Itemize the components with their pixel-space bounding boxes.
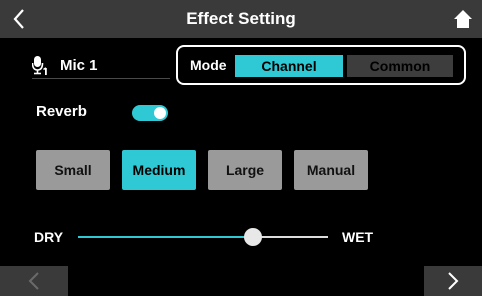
home-button[interactable]	[450, 6, 476, 32]
preset-medium-button[interactable]: Medium	[122, 150, 196, 190]
reverb-toggle[interactable]	[132, 105, 168, 121]
reverb-label: Reverb	[36, 103, 87, 120]
home-icon	[454, 10, 472, 28]
mode-label: Mode	[190, 57, 227, 73]
next-page-button[interactable]	[424, 266, 482, 296]
chevron-left-icon	[28, 272, 39, 290]
page-title: Effect Setting	[186, 9, 296, 28]
microphone-icon	[32, 56, 47, 75]
mic-channel-label: Mic 1	[32, 52, 170, 79]
mic-label: Mic 1	[60, 56, 98, 74]
slider-thumb[interactable]	[244, 228, 262, 246]
dry-wet-slider[interactable]	[78, 227, 328, 247]
mode-channel-button[interactable]: Channel	[235, 55, 343, 77]
preset-large-button[interactable]: Large	[208, 150, 282, 190]
prev-page-button[interactable]	[0, 266, 68, 296]
preset-manual-button[interactable]: Manual	[294, 150, 368, 190]
chevron-right-icon	[448, 272, 459, 290]
mode-common-button[interactable]: Common	[347, 55, 453, 77]
wet-label: WET	[342, 229, 374, 245]
toggle-knob	[154, 107, 166, 119]
preset-small-button[interactable]: Small	[36, 150, 110, 190]
dry-label: DRY	[34, 229, 64, 245]
header-bar: Effect Setting	[0, 0, 482, 38]
mode-selector: Mode Channel Common	[176, 45, 466, 85]
slider-fill	[78, 236, 253, 238]
